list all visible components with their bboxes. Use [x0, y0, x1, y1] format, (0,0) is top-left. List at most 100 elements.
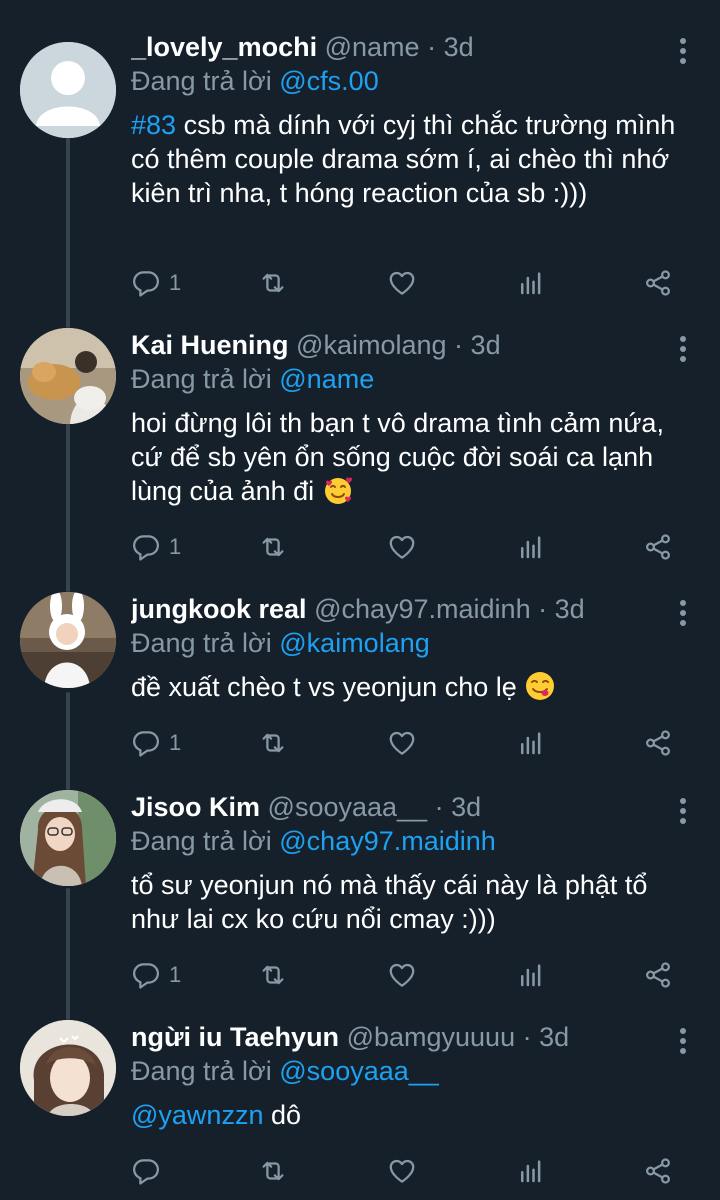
display-name[interactable]: Kai Huening: [131, 330, 289, 360]
share-button[interactable]: [643, 1154, 673, 1188]
profile-photo: [20, 328, 116, 424]
share-button[interactable]: [643, 266, 673, 300]
timestamp[interactable]: 3d: [471, 330, 501, 360]
share-icon: [645, 962, 671, 988]
user-handle[interactable]: @chay97.maidinh: [314, 594, 531, 624]
reply-button[interactable]: 1: [131, 726, 181, 760]
tweet-actions: 1: [131, 530, 691, 564]
tweet-header: ngừi iu Taehyun @bamgyuuuu · 3d: [131, 1020, 680, 1054]
share-button[interactable]: [643, 958, 673, 992]
like-button[interactable]: [387, 958, 417, 992]
retweet-button[interactable]: [258, 958, 288, 992]
replying-to-label: Đang trả lời: [131, 1056, 280, 1086]
reply-to-mention[interactable]: @sooyaaa__: [279, 1056, 439, 1086]
analytics-icon: [521, 536, 541, 559]
heart-icon: [389, 1159, 415, 1183]
user-handle[interactable]: @sooyaaa__: [268, 792, 428, 822]
mention-link[interactable]: @yawnzzn: [131, 1100, 263, 1130]
reply-icon: [133, 271, 159, 297]
replying-to: Đang trả lời @chay97.maidinh: [131, 824, 680, 858]
analytics-icon: [521, 732, 541, 755]
timestamp[interactable]: 3d: [555, 594, 585, 624]
reply-to-mention[interactable]: @name: [279, 364, 374, 394]
like-button[interactable]: [387, 530, 417, 564]
analytics-button[interactable]: [516, 266, 546, 300]
reply-icon: [133, 1159, 159, 1185]
hashtag-link[interactable]: #83: [131, 110, 176, 140]
heart-icon: [389, 731, 415, 755]
analytics-icon: [521, 964, 541, 987]
profile-photo: [20, 790, 116, 886]
replying-to: Đang trả lời @cfs.00: [131, 64, 680, 98]
share-icon: [645, 1158, 671, 1184]
retweet-icon: [262, 537, 284, 557]
retweet-icon: [262, 733, 284, 753]
thread-connector-line: [66, 118, 70, 328]
share-button[interactable]: [643, 530, 673, 564]
thread-connector-line: [66, 416, 70, 592]
replying-to: Đang trả lời @kaimolang: [131, 626, 680, 660]
more-vertical-icon[interactable]: [676, 798, 690, 828]
retweet-button[interactable]: [258, 266, 288, 300]
timestamp[interactable]: 3d: [451, 792, 481, 822]
retweet-button[interactable]: [258, 1154, 288, 1188]
heart-icon: [389, 535, 415, 559]
like-button[interactable]: [387, 1154, 417, 1188]
tweet-text: #83 csb mà dính với cyj thì chắc trường …: [131, 108, 680, 210]
like-button[interactable]: [387, 266, 417, 300]
retweet-icon: [262, 273, 284, 293]
analytics-icon: [521, 1160, 541, 1183]
tweet-body: đề xuất chèo t vs yeonjun cho lẹ: [131, 672, 517, 702]
analytics-button[interactable]: [516, 1154, 546, 1188]
analytics-button[interactable]: [516, 726, 546, 760]
reply-button[interactable]: 1: [131, 958, 181, 992]
user-handle[interactable]: @name: [325, 32, 420, 62]
separator-dot: ·: [427, 32, 437, 62]
display-name[interactable]: Jisoo Kim: [131, 792, 260, 822]
analytics-icon: [521, 272, 541, 295]
avatar[interactable]: [20, 592, 116, 688]
reply-count: 1: [169, 730, 182, 755]
more-vertical-icon[interactable]: [676, 336, 690, 366]
replying-to-label: Đang trả lời: [131, 364, 280, 394]
avatar[interactable]: [20, 1020, 116, 1116]
display-name[interactable]: ngừi iu Taehyun: [131, 1022, 339, 1052]
reply-icon: [133, 535, 159, 561]
tweet-actions: 1: [131, 958, 691, 992]
reply-to-mention[interactable]: @chay97.maidinh: [279, 826, 496, 856]
timestamp[interactable]: 3d: [539, 1022, 569, 1052]
avatar[interactable]: [20, 42, 116, 138]
replying-to-label: Đang trả lời: [131, 628, 280, 658]
tweet-header: jungkook real @chay97.maidinh · 3d: [131, 592, 680, 626]
profile-photo: [20, 1020, 116, 1116]
tweet-actions: 1: [131, 726, 691, 760]
reply-to-mention[interactable]: @cfs.00: [279, 66, 378, 96]
user-handle[interactable]: @kaimolang: [296, 330, 446, 360]
tweet-text: @yawnzzn dô: [131, 1098, 680, 1132]
analytics-button[interactable]: [516, 530, 546, 564]
separator-dot: ·: [434, 792, 444, 822]
more-vertical-icon[interactable]: [676, 600, 690, 630]
tweet-header: Kai Huening @kaimolang · 3d: [131, 328, 680, 362]
avatar[interactable]: [20, 790, 116, 886]
display-name[interactable]: _lovely_mochi: [131, 32, 317, 62]
separator-dot: ·: [522, 1022, 532, 1052]
reply-button[interactable]: 1: [131, 530, 181, 564]
reply-button[interactable]: 1: [131, 266, 181, 300]
retweet-button[interactable]: [258, 530, 288, 564]
like-button[interactable]: [387, 726, 417, 760]
avatar[interactable]: [20, 328, 116, 424]
thread-connector-line: [66, 888, 70, 1020]
more-vertical-icon[interactable]: [676, 38, 690, 68]
analytics-button[interactable]: [516, 958, 546, 992]
retweet-button[interactable]: [258, 726, 288, 760]
more-vertical-icon[interactable]: [676, 1028, 690, 1058]
replying-to: Đang trả lời @sooyaaa__: [131, 1054, 680, 1088]
profile-photo: [20, 592, 116, 688]
share-button[interactable]: [643, 726, 673, 760]
reply-button[interactable]: [131, 1154, 169, 1188]
user-handle[interactable]: @bamgyuuuu: [347, 1022, 516, 1052]
timestamp[interactable]: 3d: [444, 32, 474, 62]
reply-to-mention[interactable]: @kaimolang: [279, 628, 429, 658]
display-name[interactable]: jungkook real: [131, 594, 307, 624]
